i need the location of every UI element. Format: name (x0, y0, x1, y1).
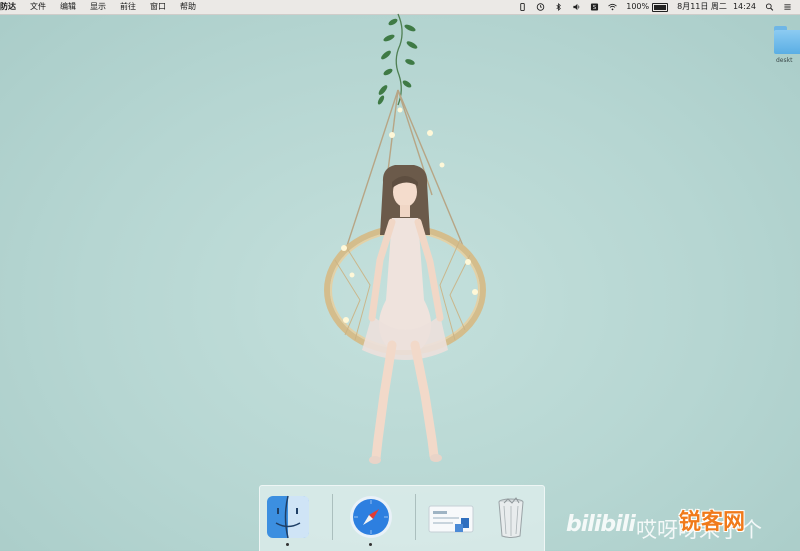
dock-safari[interactable] (348, 494, 394, 546)
dock-finder[interactable] (265, 494, 311, 546)
dock-trash[interactable] (488, 494, 534, 540)
bilibili-watermark: bilibili (566, 512, 636, 537)
finder-icon (267, 495, 309, 539)
dock-separator (415, 494, 416, 540)
trash-icon (498, 497, 524, 538)
dock-separator (332, 494, 333, 540)
dock-downloads[interactable] (427, 494, 474, 540)
running-indicator (369, 543, 372, 546)
dock (259, 485, 545, 551)
wallpaper-swing-girl (324, 13, 486, 464)
running-indicator (286, 543, 289, 546)
site-watermark: 锐客网 (679, 510, 746, 535)
downloads-stack-icon (428, 505, 474, 533)
girl-figure (362, 165, 448, 464)
safari-icon (350, 496, 392, 538)
